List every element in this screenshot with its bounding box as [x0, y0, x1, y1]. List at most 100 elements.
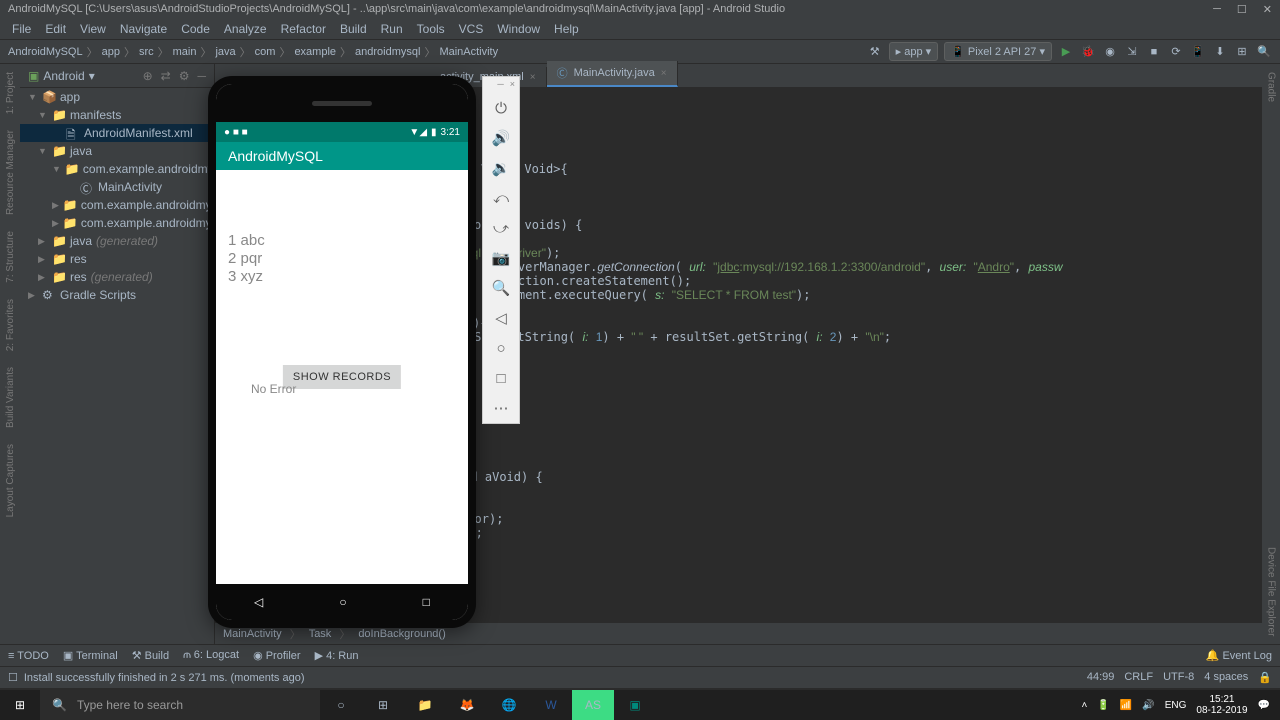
zoom-icon[interactable]: 🔍 [483, 273, 519, 303]
tree-item[interactable]: ▶📁com.example.androidmysql [20, 196, 214, 214]
avd-icon[interactable]: 📱 [1190, 44, 1206, 60]
tree-item[interactable]: 🗎AndroidManifest.xml [20, 124, 214, 142]
stop-icon[interactable]: ■ [1146, 44, 1162, 60]
btab-run[interactable]: ▶ 4: Run [315, 649, 359, 662]
lang-indicator[interactable]: ENG [1165, 700, 1187, 711]
home-emu-icon[interactable]: ○ [483, 333, 519, 363]
back-emu-icon[interactable]: ◁ [483, 303, 519, 333]
tree-header[interactable]: Android [43, 69, 84, 83]
bc-app[interactable]: app [102, 46, 120, 58]
btab-build[interactable]: ⚒ Build [132, 649, 169, 662]
device-select[interactable]: 📱 Pixel 2 API 27 ▾ [944, 42, 1052, 61]
btab-terminal[interactable]: ▣ Terminal [63, 649, 118, 662]
tree-item[interactable]: ▼📁com.example.androidmysql [20, 160, 214, 178]
bc-file[interactable]: MainActivity [439, 46, 498, 58]
sound-tray-icon[interactable]: 🔊 [1142, 700, 1154, 711]
menu-code[interactable]: Code [175, 20, 216, 38]
camera-icon[interactable]: 📷 [483, 243, 519, 273]
tool-layout-captures[interactable]: Layout Captures [5, 436, 16, 525]
profile-icon[interactable]: ◉ [1102, 44, 1118, 60]
tray-up-icon[interactable]: ˄ [1082, 700, 1088, 711]
tool-project[interactable]: 1: Project [5, 64, 16, 122]
search-icon[interactable]: 🔍 [1256, 44, 1272, 60]
more-icon[interactable]: ⋯ [483, 393, 519, 423]
attach-icon[interactable]: ⇲ [1124, 44, 1140, 60]
bc-pkg[interactable]: androidmysql [355, 46, 420, 58]
tool-favorites[interactable]: 2: Favorites [5, 291, 16, 359]
battery-tray-icon[interactable]: 🔋 [1097, 700, 1109, 711]
explorer-icon[interactable]: 📁 [404, 690, 446, 720]
menu-analyze[interactable]: Analyze [218, 20, 273, 38]
emulator-task-icon[interactable]: ▣ [614, 690, 656, 720]
tool-device-explorer[interactable]: Device File Explorer [1266, 539, 1277, 644]
tree-item[interactable]: ▶📁java (generated) [20, 232, 214, 250]
crumb-task[interactable]: Task [309, 628, 332, 640]
minimize-icon[interactable]: ─ [1213, 3, 1221, 16]
emu-close-icon[interactable]: × [510, 79, 515, 91]
bc-example[interactable]: example [294, 46, 336, 58]
maximize-icon[interactable]: ☐ [1237, 3, 1247, 16]
notification-icon[interactable]: 💬 [1258, 700, 1270, 711]
rotate-left-icon[interactable]: ⤺ [483, 183, 519, 213]
back-icon[interactable]: ◁ [254, 595, 263, 609]
btab-logcat[interactable]: ⫙ 6: Logcat [183, 649, 239, 662]
run-config[interactable]: ▸ app ▾ [889, 42, 939, 61]
rotate-right-icon[interactable]: ⤻ [483, 213, 519, 243]
menu-run[interactable]: Run [375, 20, 409, 38]
gear-icon[interactable]: ⚙ [179, 69, 190, 83]
volume-down-icon[interactable]: 🔉 [483, 153, 519, 183]
show-records-button[interactable]: SHOW RECORDS [283, 365, 401, 389]
menu-vcs[interactable]: VCS [453, 20, 490, 38]
menu-view[interactable]: View [74, 20, 112, 38]
hammer-icon[interactable]: ⚒ [867, 44, 883, 60]
start-button[interactable]: ⊞ [0, 690, 40, 720]
tree-item[interactable]: ▶⚙Gradle Scripts [20, 286, 214, 304]
tree-item[interactable]: ▶📁res [20, 250, 214, 268]
wifi-tray-icon[interactable]: 📶 [1120, 700, 1132, 711]
bc-main[interactable]: main [173, 46, 197, 58]
menu-navigate[interactable]: Navigate [114, 20, 173, 38]
bc-src[interactable]: src [139, 46, 154, 58]
bc-project[interactable]: AndroidMySQL [8, 46, 83, 58]
btab-event-log[interactable]: 🔔 Event Log [1206, 649, 1272, 662]
menu-file[interactable]: File [6, 20, 37, 38]
tool-structure[interactable]: 7: Structure [5, 223, 16, 291]
sync-icon[interactable]: ⟳ [1168, 44, 1184, 60]
menu-build[interactable]: Build [334, 20, 373, 38]
btab-todo[interactable]: ≡ TODO [8, 650, 49, 662]
tree-item[interactable]: ▶📁res (generated) [20, 268, 214, 286]
emu-min-icon[interactable]: ─ [497, 79, 503, 91]
tree-item[interactable]: ▼📦app [20, 88, 214, 106]
crumb-class[interactable]: MainActivity [223, 628, 282, 640]
menu-help[interactable]: Help [548, 20, 585, 38]
bc-java[interactable]: java [215, 46, 235, 58]
tree-item[interactable]: ▼📁manifests [20, 106, 214, 124]
menu-tools[interactable]: Tools [411, 20, 451, 38]
tree-item[interactable]: ▶📁com.example.androidmysql [20, 214, 214, 232]
word-icon[interactable]: W [530, 690, 572, 720]
android-studio-icon[interactable]: AS [572, 690, 614, 720]
chrome-icon[interactable]: 🌐 [488, 690, 530, 720]
bc-com[interactable]: com [255, 46, 276, 58]
volume-up-icon[interactable]: 🔊 [483, 123, 519, 153]
home-icon[interactable]: ○ [339, 595, 346, 609]
tab-main-activity[interactable]: ⒸMainActivity.java× [547, 61, 678, 87]
tool-build-variants[interactable]: Build Variants [5, 359, 16, 436]
recents-icon[interactable]: □ [423, 595, 430, 609]
power-icon[interactable]: ⏻ [483, 93, 519, 123]
structure-icon[interactable]: ⊞ [1234, 44, 1250, 60]
crumb-method[interactable]: doInBackground() [358, 628, 445, 640]
taskview-icon[interactable]: ⊞ [362, 690, 404, 720]
run-icon[interactable]: ▶ [1058, 44, 1074, 60]
target-icon[interactable]: ⊕ [143, 69, 153, 83]
tree-item[interactable]: ▼📁java [20, 142, 214, 160]
cortana-icon[interactable]: ○ [320, 690, 362, 720]
tool-resource[interactable]: Resource Manager [5, 122, 16, 223]
firefox-icon[interactable]: 🦊 [446, 690, 488, 720]
menu-window[interactable]: Window [491, 20, 546, 38]
search-box[interactable]: 🔍 Type here to search [40, 690, 320, 720]
tool-gradle[interactable]: Gradle [1266, 64, 1277, 110]
collapse-icon[interactable]: ─ [197, 69, 206, 83]
divide-icon[interactable]: ⇄ [161, 69, 171, 83]
sdk-icon[interactable]: ⬇ [1212, 44, 1228, 60]
